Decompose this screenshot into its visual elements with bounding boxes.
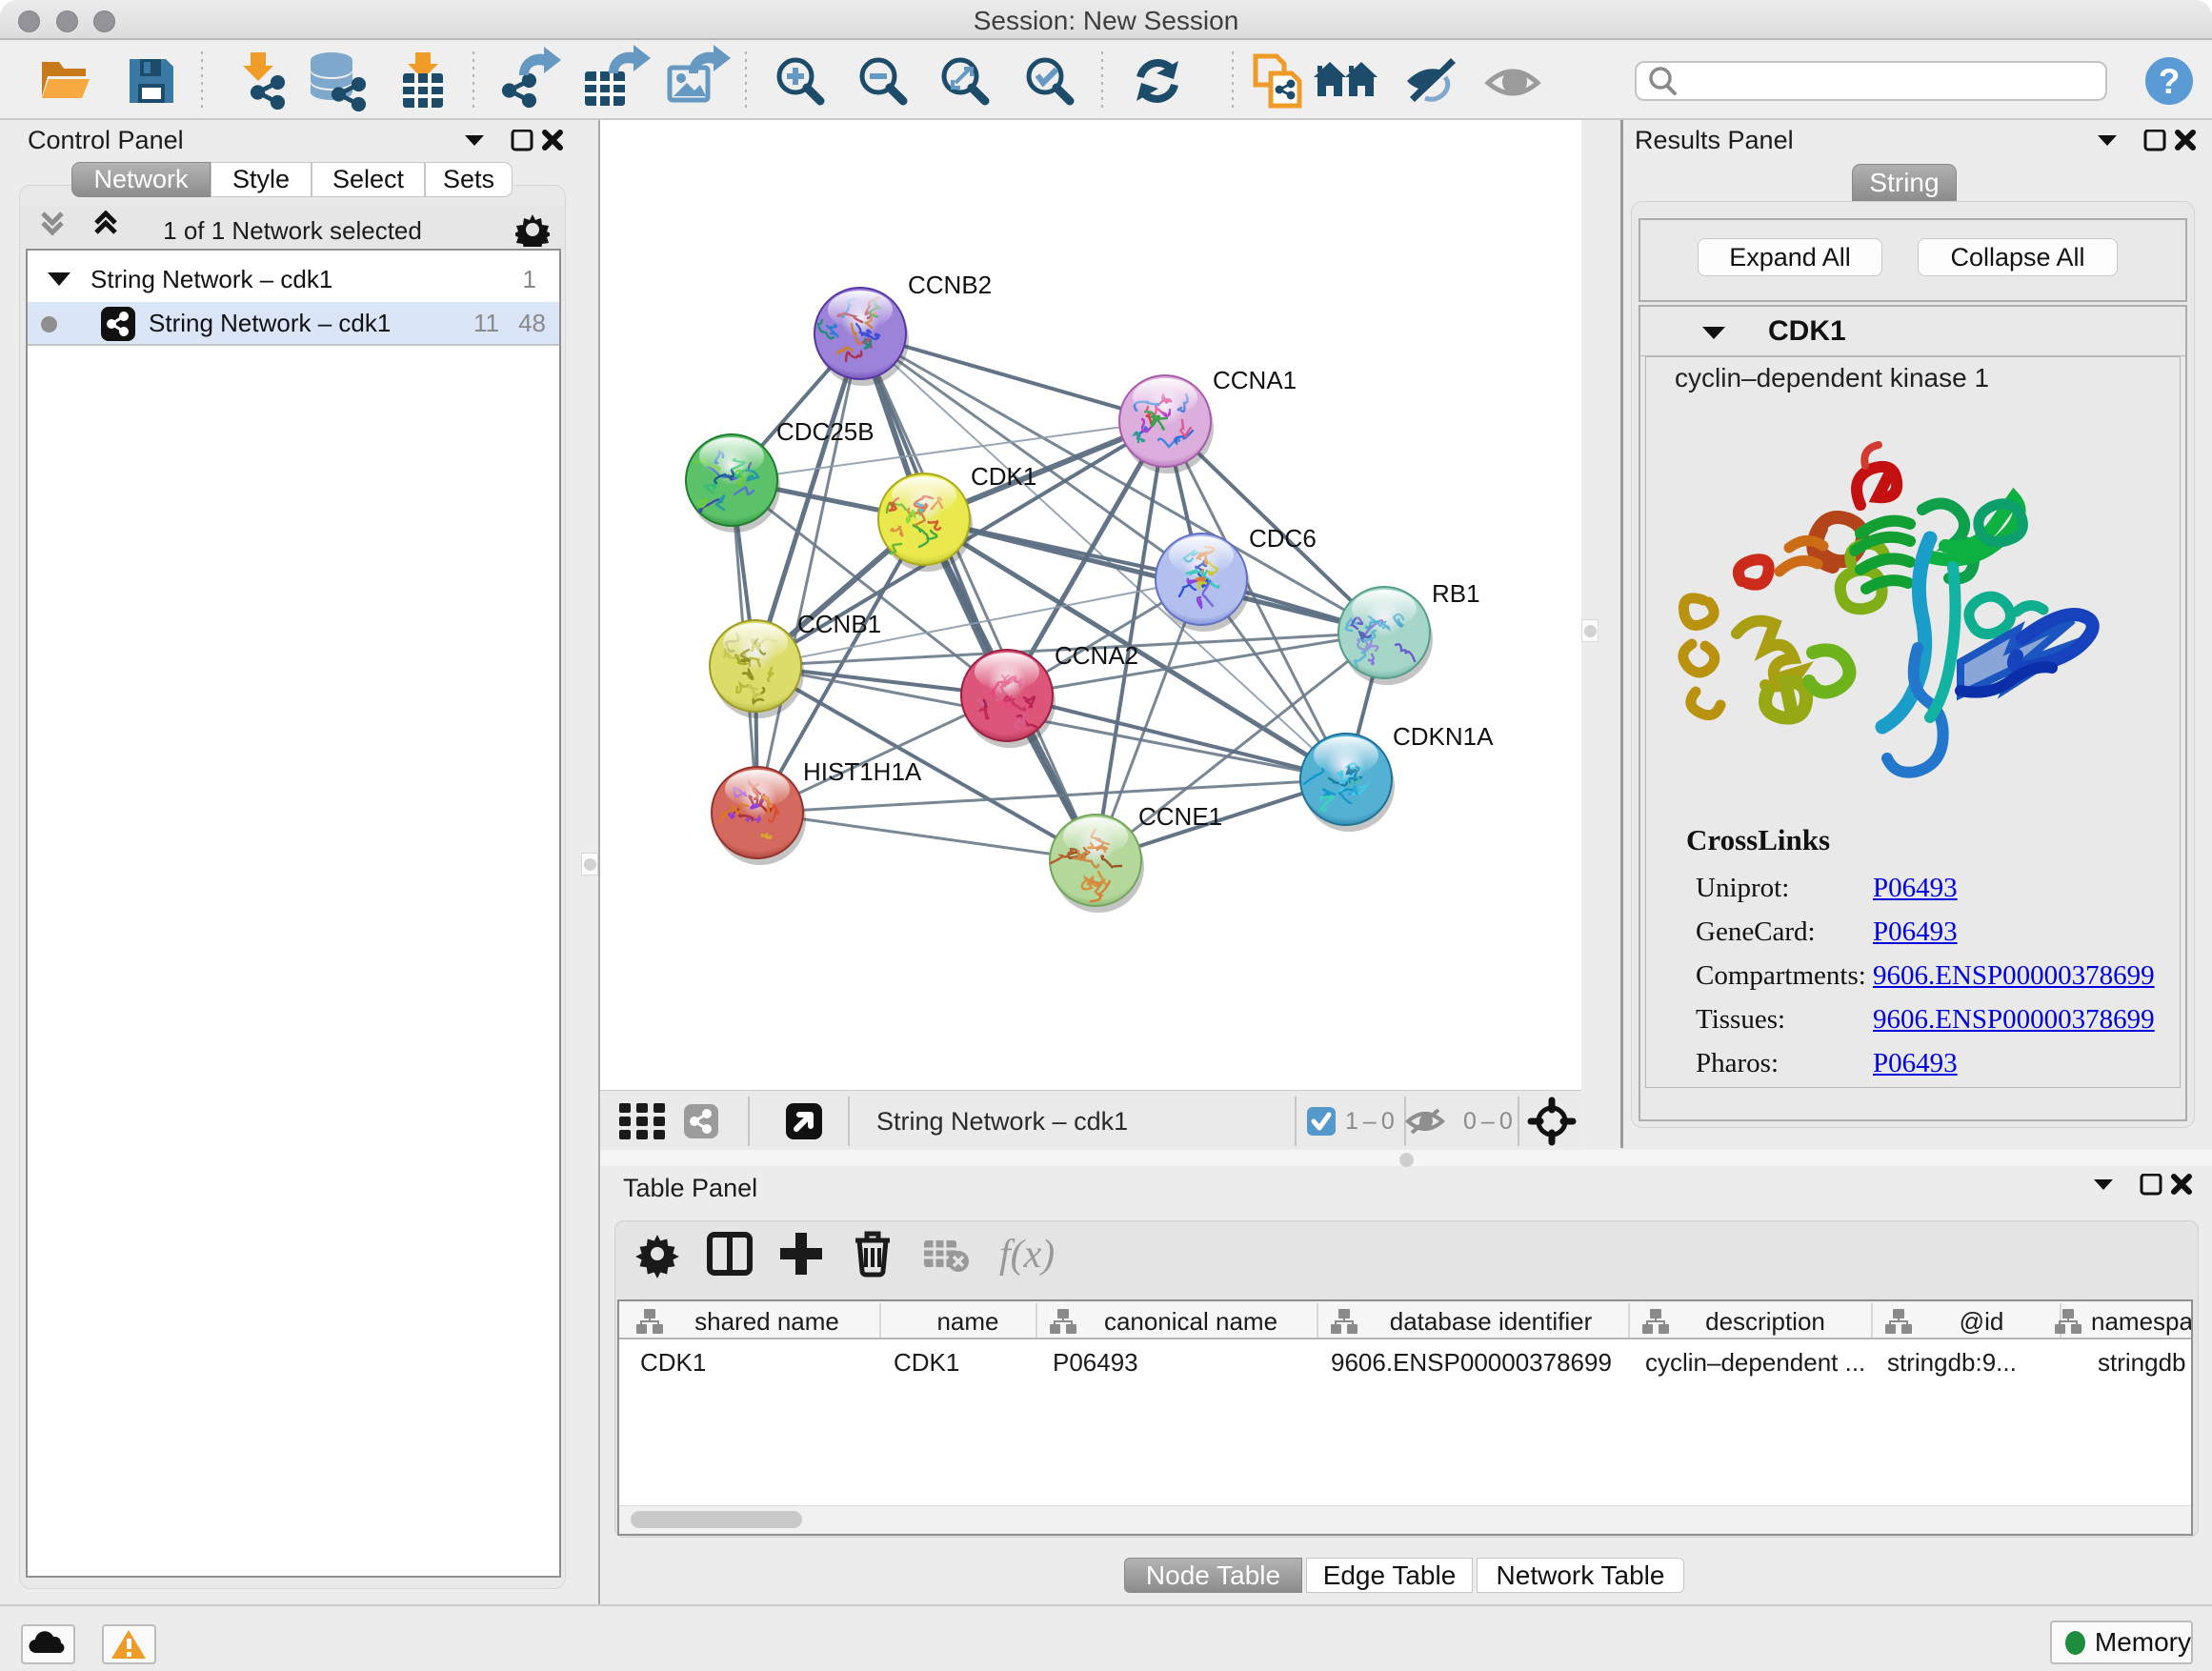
svg-text:String Network – cdk1: String Network – cdk1 [876, 1107, 1128, 1136]
svg-text:P06493: P06493 [1053, 1348, 1138, 1377]
svg-text:CCNA2: CCNA2 [1055, 641, 1138, 670]
svg-text:CDC6: CDC6 [1249, 524, 1317, 553]
svg-text:stringdb: stringdb [2098, 1348, 2186, 1377]
svg-text:name: name [936, 1307, 998, 1336]
svg-text:?: ? [2159, 62, 2181, 101]
svg-text:f(x): f(x) [999, 1233, 1055, 1277]
svg-text:CCNB2: CCNB2 [908, 271, 992, 299]
svg-text:canonical name: canonical name [1104, 1307, 1277, 1336]
svg-text:CCNA1: CCNA1 [1213, 366, 1297, 394]
svg-text:CDK1: CDK1 [971, 462, 1036, 491]
svg-text:@id: @id [1960, 1307, 2004, 1336]
svg-text:namespac: namespac [2091, 1307, 2191, 1336]
svg-text:CDK1: CDK1 [894, 1348, 959, 1377]
svg-text:database identifier: database identifier [1390, 1307, 1593, 1336]
svg-text:0 – 0: 0 – 0 [1463, 1108, 1513, 1135]
svg-text:shared name: shared name [694, 1307, 839, 1336]
svg-text:9606.ENSP00000378699: 9606.ENSP00000378699 [1331, 1348, 1612, 1377]
svg-text:description: description [1705, 1307, 1825, 1336]
svg-text:RB1: RB1 [1432, 579, 1480, 608]
svg-text:CCNB1: CCNB1 [797, 610, 881, 638]
svg-text:CDKN1A: CDKN1A [1393, 722, 1494, 751]
svg-text:CDK1: CDK1 [640, 1348, 706, 1377]
svg-text:cyclin–dependent ...: cyclin–dependent ... [1645, 1348, 1865, 1377]
svg-text:1 – 0: 1 – 0 [1345, 1108, 1395, 1135]
svg-text:CCNE1: CCNE1 [1138, 802, 1222, 831]
svg-text:stringdb:9...: stringdb:9... [1887, 1348, 2017, 1377]
svg-text:HIST1H1A: HIST1H1A [803, 757, 922, 786]
svg-text:CDC25B: CDC25B [776, 417, 875, 446]
